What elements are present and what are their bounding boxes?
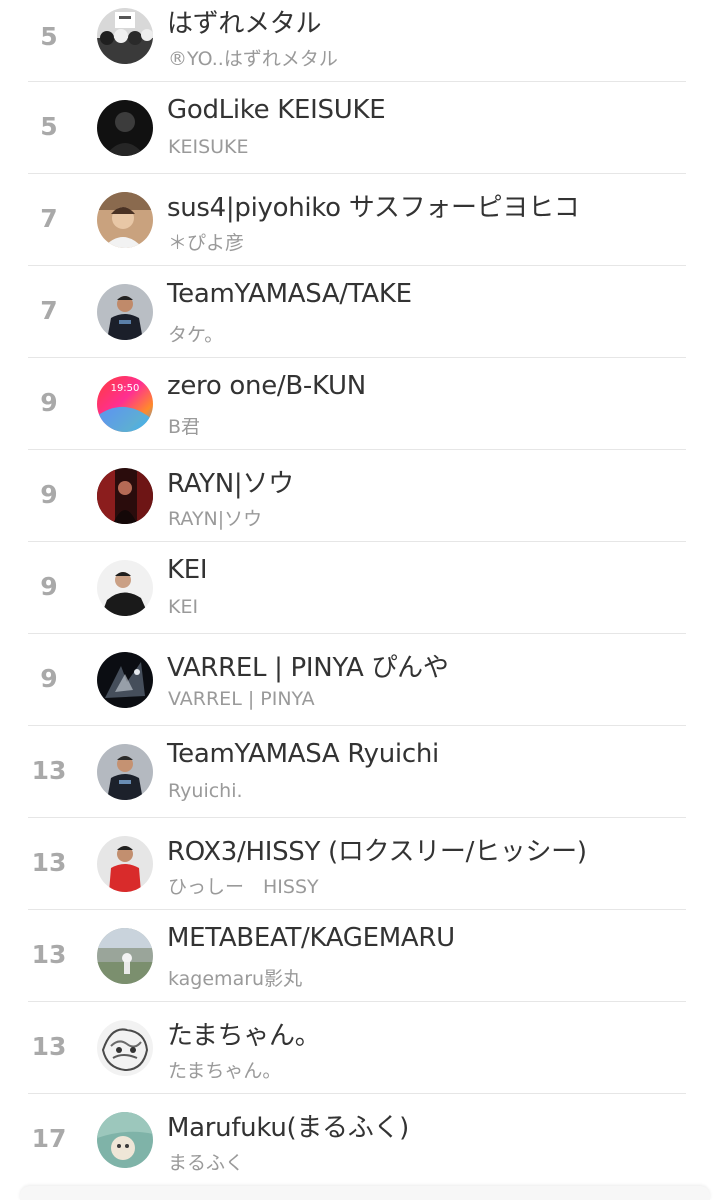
rank-number: 9: [40, 480, 58, 509]
list-item[interactable]: 9 RAYN|ソウ RAYN|ソウ: [0, 450, 714, 542]
player-name: TeamYAMASA/TAKE: [167, 279, 412, 309]
player-subname: VARREL | PINYA: [168, 688, 315, 710]
list-item[interactable]: 13 METABEAT/KAGEMARU kagemaru影丸: [0, 910, 714, 1002]
rank-number: 7: [40, 296, 58, 325]
player-name: はずれメタル: [167, 9, 322, 39]
player-subname: RAYN|ソウ: [168, 508, 263, 530]
rank-number: 13: [31, 940, 67, 969]
player-subname: タケ。: [168, 324, 224, 346]
avatar: [97, 8, 153, 64]
list-item[interactable]: 7 sus4|piyohiko サスフォーピヨヒコ ＊ぴよ彦: [0, 174, 714, 266]
rank-number: 13: [31, 756, 67, 785]
rank-number: 9: [40, 664, 58, 693]
player-name: METABEAT/KAGEMARU: [167, 923, 455, 953]
rank-number: 5: [40, 22, 58, 51]
player-name: Marufuku(まるふく): [167, 1113, 409, 1143]
list-item[interactable]: 5 GodLike KEISUKE KEISUKE: [0, 82, 714, 174]
avatar: [97, 192, 153, 248]
player-subname: ＊ぴよ彦: [168, 232, 245, 254]
list-item[interactable]: 9 VARREL | PINYA ぴんや VARREL | PINYA: [0, 634, 714, 726]
player-name: RAYN|ソウ: [167, 469, 294, 499]
avatar: [97, 100, 153, 156]
player-name: GodLike KEISUKE: [167, 95, 386, 125]
avatar: [97, 744, 153, 800]
avatar: [97, 652, 153, 708]
rank-number: 13: [31, 1032, 67, 1061]
player-subname: kagemaru影丸: [168, 968, 303, 990]
player-name: sus4|piyohiko サスフォーピヨヒコ: [167, 193, 580, 223]
player-name: たまちゃん。: [167, 1021, 321, 1051]
player-subname: まるふく: [168, 1152, 245, 1174]
rank-number: 7: [40, 204, 58, 233]
list-item[interactable]: 9 19:50 zero one/B-KUN B君: [0, 358, 714, 450]
player-subname: たまちゃん。: [168, 1060, 282, 1082]
player-name: zero one/B-KUN: [167, 371, 366, 401]
list-item[interactable]: 7 TeamYAMASA/TAKE タケ。: [0, 266, 714, 358]
rank-number: 9: [40, 572, 58, 601]
avatar: [97, 284, 153, 340]
avatar: [97, 836, 153, 892]
avatar: [97, 468, 153, 524]
player-name: KEI: [167, 555, 208, 585]
player-subname: ®YO..はずれメタル: [168, 48, 338, 70]
list-item[interactable]: 17 Marufuku(まるふく) まるふく: [0, 1094, 714, 1186]
avatar: [97, 1112, 153, 1168]
list-item[interactable]: 5 はずれメタル ®YO..はずれメタル: [0, 0, 714, 82]
list-item[interactable]: 13 たまちゃん。 たまちゃん。: [0, 1002, 714, 1094]
player-name: TeamYAMASA Ryuichi: [167, 739, 439, 769]
avatar: [97, 1020, 153, 1076]
bottom-card-edge: [20, 1186, 710, 1200]
player-subname: KEISUKE: [168, 136, 249, 158]
avatar: [97, 928, 153, 984]
svg-text:19:50: 19:50: [111, 383, 140, 394]
rank-number: 17: [31, 1124, 67, 1153]
player-name: VARREL | PINYA ぴんや: [167, 653, 449, 683]
rank-number: 5: [40, 112, 58, 141]
player-subname: Ryuichi.: [168, 780, 243, 802]
avatar: [97, 560, 153, 616]
list-item[interactable]: 9 KEI KEI: [0, 542, 714, 634]
ranking-list: 5 はずれメタル ®YO..はずれメタル 5 GodLike KEISUKE K…: [0, 0, 714, 1200]
list-item[interactable]: 13 ROX3/HISSY (ロクスリー/ヒッシー) ひっしー HISSY: [0, 818, 714, 910]
rank-number: 13: [31, 848, 67, 877]
player-name: ROX3/HISSY (ロクスリー/ヒッシー): [167, 837, 587, 867]
player-subname: KEI: [168, 596, 199, 618]
player-subname: ひっしー HISSY: [168, 876, 319, 898]
rank-number: 9: [40, 388, 58, 417]
avatar: 19:50: [97, 376, 153, 432]
list-item[interactable]: 13 TeamYAMASA Ryuichi Ryuichi.: [0, 726, 714, 818]
player-subname: B君: [168, 416, 201, 438]
